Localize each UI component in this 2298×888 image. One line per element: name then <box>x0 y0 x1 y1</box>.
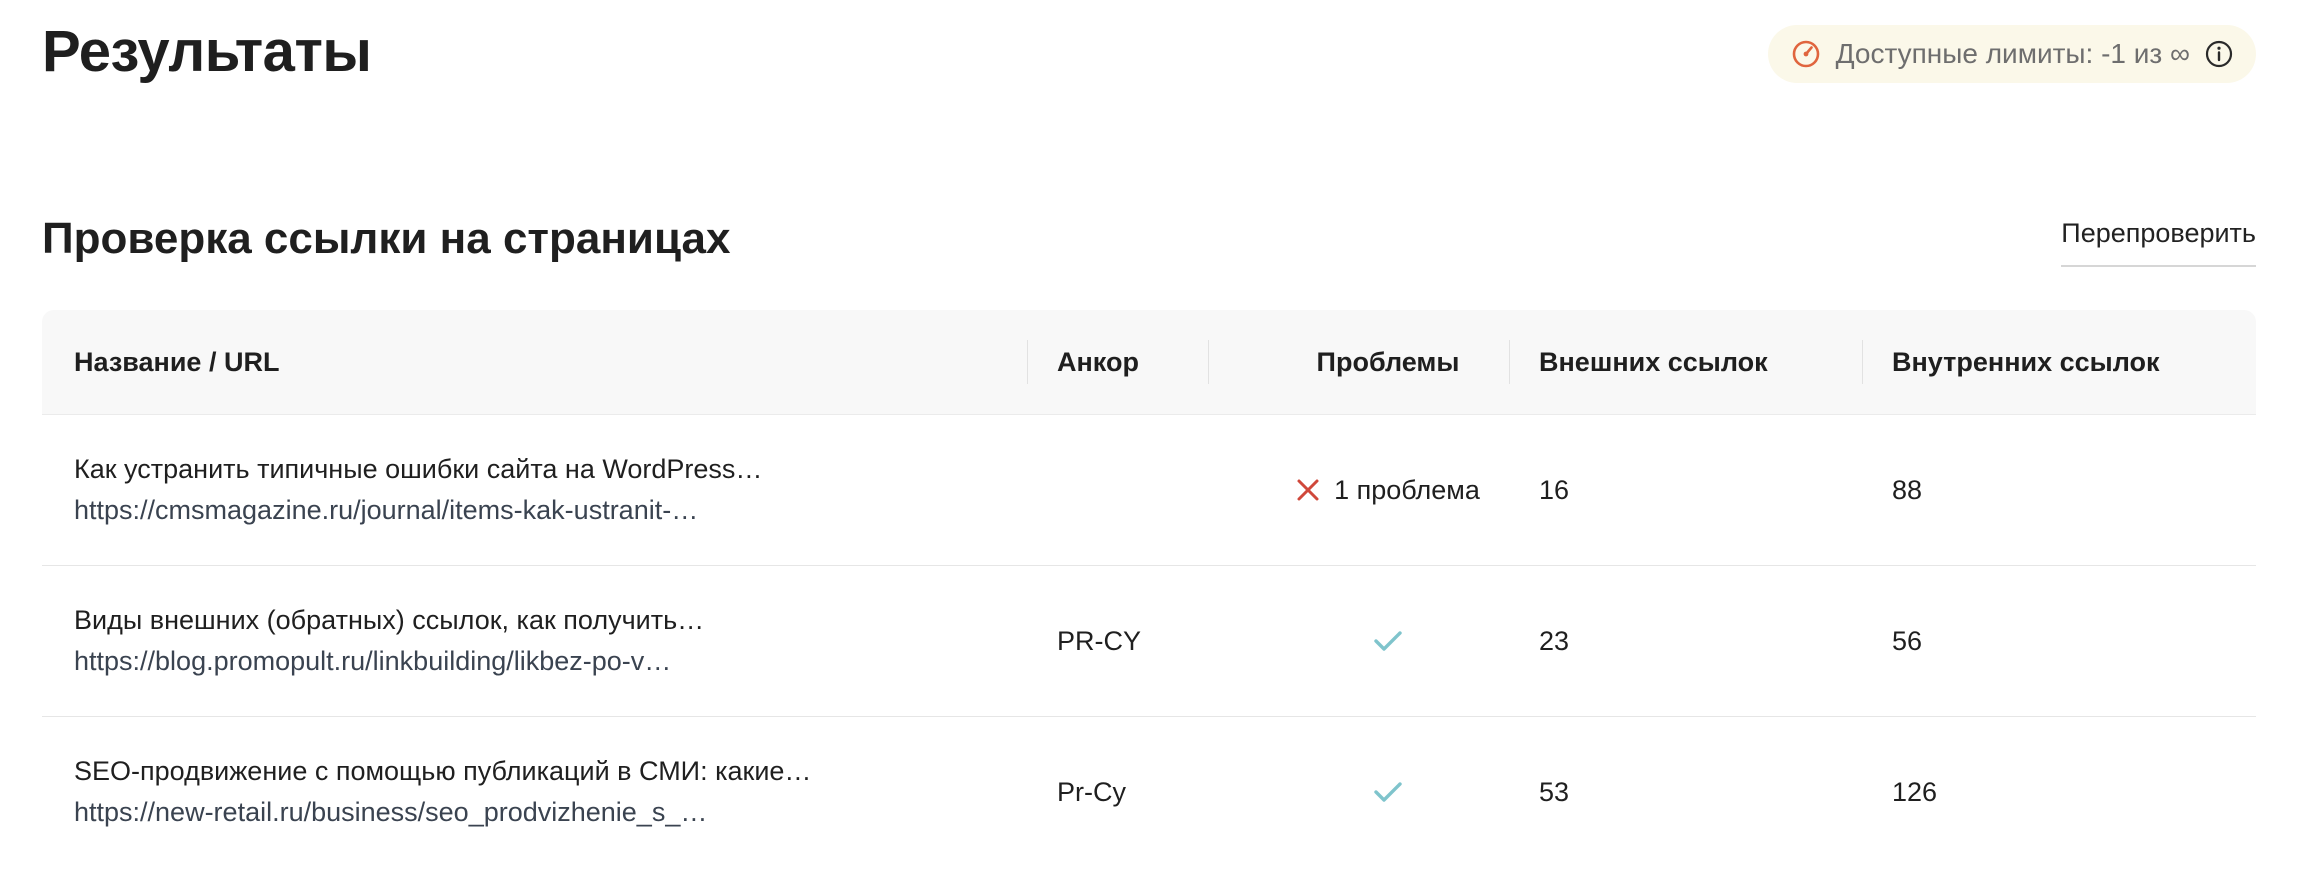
table-row[interactable]: Как устранить типичные ошибки сайта на W… <box>42 415 2256 566</box>
internal-links-cell: 88 <box>1892 474 1923 505</box>
page-cell: Как устранить типичные ошибки сайта на W… <box>74 415 762 565</box>
external-links-cell: 53 <box>1539 776 1570 807</box>
problems-cell <box>1238 566 1538 716</box>
column-header-problems[interactable]: Проблемы <box>1238 310 1538 414</box>
column-divider <box>1027 340 1028 384</box>
page-title-text: Как устранить типичные ошибки сайта на W… <box>74 454 763 484</box>
check-icon <box>1374 782 1402 802</box>
section-title: Проверка ссылки на страницах <box>42 214 731 263</box>
external-links-cell: 16 <box>1539 474 1570 505</box>
check-icon <box>1374 631 1402 651</box>
page-url-link[interactable]: https://cmsmagazine.ru/journal/items-kak… <box>74 495 698 526</box>
anchor-cell: Pr-Cy <box>1057 776 1126 807</box>
table-row[interactable]: SEO-продвижение с помощью публикаций в С… <box>42 717 2256 867</box>
column-divider <box>1509 340 1510 384</box>
problems-cell <box>1238 717 1538 867</box>
page-cell: Виды внешних (обратных) ссылок, как полу… <box>74 566 704 716</box>
problems-cell[interactable]: 1 проблема <box>1238 415 1538 565</box>
problem-status[interactable]: 1 проблема <box>1296 475 1480 506</box>
page-title-text: SEO-продвижение с помощью публикаций в С… <box>74 756 812 786</box>
external-links-cell: 23 <box>1539 625 1570 656</box>
recheck-button[interactable]: Перепроверить <box>2061 218 2256 267</box>
table-row[interactable]: Виды внешних (обратных) ссылок, как полу… <box>42 566 2256 717</box>
gauge-icon <box>1792 40 1819 68</box>
anchor-cell: PR-CY <box>1057 625 1142 656</box>
problem-count: 1 проблема <box>1334 474 1480 505</box>
page-url-link[interactable]: https://new-retail.ru/business/seo_prodv… <box>74 797 707 828</box>
column-divider <box>1208 340 1209 384</box>
page-cell: SEO-продвижение с помощью публикаций в С… <box>74 717 811 867</box>
column-header-name[interactable]: Название / URL <box>74 310 279 414</box>
info-icon[interactable] <box>2204 39 2234 69</box>
close-icon <box>1297 479 1319 501</box>
page-url-link[interactable]: https://blog.promopult.ru/linkbuilding/l… <box>74 646 671 677</box>
page-title: Результаты <box>42 19 372 84</box>
limits-label: Доступные лимиты: -1 из ∞ <box>1835 38 2190 69</box>
internal-links-cell: 126 <box>1892 776 1938 807</box>
table-header: Название / URL Анкор Проблемы Внешних сс… <box>42 310 2256 415</box>
limits-badge[interactable]: Доступные лимиты: -1 из ∞ <box>1767 25 2256 83</box>
column-header-internal[interactable]: Внутренних ссылок <box>1892 310 2160 414</box>
page-title-text: Виды внешних (обратных) ссылок, как полу… <box>74 605 705 635</box>
column-header-anchor[interactable]: Анкор <box>1057 310 1139 414</box>
column-header-external[interactable]: Внешних ссылок <box>1539 310 1768 414</box>
column-divider <box>1862 340 1863 384</box>
internal-links-cell: 56 <box>1892 625 1923 656</box>
results-table: Название / URL Анкор Проблемы Внешних сс… <box>42 310 2256 867</box>
